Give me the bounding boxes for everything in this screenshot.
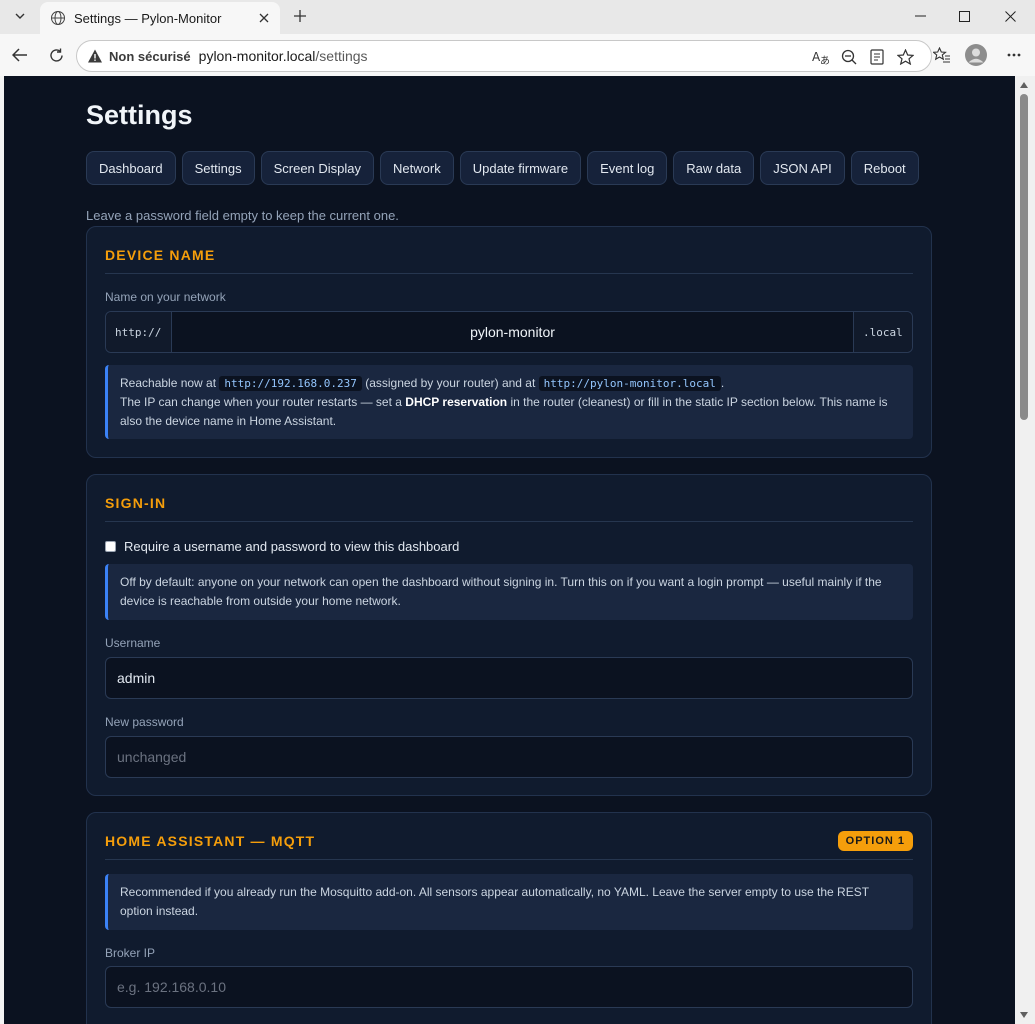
- refresh-icon[interactable]: [44, 43, 68, 67]
- nav-event-log[interactable]: Event log: [587, 151, 668, 185]
- nav-network[interactable]: Network: [380, 151, 454, 185]
- warning-triangle-icon: [88, 49, 102, 63]
- top-nav: Dashboard Settings Screen Display Networ…: [86, 151, 919, 185]
- browser-tab[interactable]: Settings — Pylon-Monitor: [40, 2, 280, 34]
- address-bar[interactable]: Non sécurisé pylon-monitor.local/setting…: [76, 40, 932, 72]
- url-path: /settings: [315, 48, 368, 64]
- ip-address-code: http://192.168.0.237: [219, 376, 362, 391]
- mqtt-card: HOME ASSISTANT — MQTT OPTION 1 Recommend…: [86, 812, 932, 1024]
- card-header: DEVICE NAME: [105, 247, 913, 274]
- translate-icon[interactable]: Aあ: [809, 45, 833, 69]
- close-window-icon[interactable]: [987, 0, 1033, 32]
- browser-tabbar: Settings — Pylon-Monitor: [0, 0, 1035, 34]
- info-text: .: [720, 376, 725, 390]
- nav-json-api[interactable]: JSON API: [760, 151, 845, 185]
- dhcp-reservation-bold: DHCP reservation: [405, 395, 508, 409]
- device-name-card: DEVICE NAME Name on your network http://…: [86, 226, 932, 458]
- broker-ip-label: Broker IP: [105, 946, 156, 960]
- tab-title: Settings — Pylon-Monitor: [74, 10, 222, 26]
- security-label[interactable]: Non sécurisé: [109, 49, 191, 64]
- page-viewport: Settings Dashboard Settings Screen Displ…: [4, 76, 1015, 1024]
- scroll-thumb[interactable]: [1020, 94, 1028, 420]
- back-arrow-icon[interactable]: [8, 43, 32, 67]
- reader-view-icon[interactable]: [865, 45, 889, 69]
- reachable-info: Reachable now at http://192.168.0.237 (a…: [105, 365, 913, 439]
- password-hint: Leave a password field empty to keep the…: [86, 208, 399, 223]
- svg-text:あ: あ: [820, 55, 830, 65]
- username-input[interactable]: admin: [105, 657, 913, 699]
- device-name-input[interactable]: pylon-monitor: [172, 312, 853, 352]
- nav-reboot[interactable]: Reboot: [850, 151, 919, 185]
- nav-dashboard[interactable]: Dashboard: [86, 151, 176, 185]
- info-text: (assigned by your router) and at: [365, 376, 536, 390]
- mqtt-info: Recommended if you already run the Mosqu…: [105, 874, 913, 930]
- nav-settings[interactable]: Settings: [181, 151, 255, 185]
- new-password-input[interactable]: unchanged: [105, 736, 913, 778]
- nav-raw-data[interactable]: Raw data: [673, 151, 755, 185]
- new-password-label: New password: [105, 715, 184, 729]
- tab-close-icon[interactable]: [252, 6, 276, 30]
- nav-update-firmware[interactable]: Update firmware: [459, 151, 582, 185]
- require-login-checkbox[interactable]: [105, 541, 116, 552]
- scroll-up-arrow-icon[interactable]: [1019, 80, 1029, 90]
- favorite-star-icon[interactable]: [893, 45, 917, 69]
- card-title: DEVICE NAME: [105, 247, 216, 263]
- card-header: SIGN-IN: [105, 495, 913, 522]
- minimize-icon[interactable]: [897, 0, 943, 32]
- profile-avatar-icon[interactable]: [964, 43, 988, 67]
- require-login-label[interactable]: Require a username and password to view …: [124, 539, 459, 554]
- card-title: SIGN-IN: [105, 495, 167, 511]
- more-menu-icon[interactable]: [1002, 43, 1026, 67]
- url-text[interactable]: pylon-monitor.local/settings: [199, 48, 368, 64]
- username-label: Username: [105, 636, 161, 650]
- card-title: HOME ASSISTANT — MQTT: [105, 833, 316, 849]
- page-scrollbar[interactable]: [1015, 76, 1035, 1024]
- hostname-code: http://pylon-monitor.local: [538, 376, 721, 391]
- scroll-down-arrow-icon[interactable]: [1019, 1010, 1029, 1020]
- page-title: Settings: [86, 100, 193, 130]
- zoom-out-icon[interactable]: [837, 45, 861, 69]
- new-tab-plus-icon[interactable]: [287, 4, 313, 28]
- broker-ip-input[interactable]: e.g. 192.168.0.10: [105, 966, 913, 1008]
- url-suffix: .local: [853, 312, 912, 352]
- info-text: The IP can change when your router resta…: [120, 395, 402, 409]
- device-name-group: http:// pylon-monitor .local: [105, 311, 913, 353]
- favorites-list-icon[interactable]: [930, 43, 954, 67]
- url-host: pylon-monitor.local: [198, 48, 316, 64]
- device-name-label: Name on your network: [105, 290, 226, 304]
- url-prefix: http://: [106, 312, 172, 352]
- card-header: HOME ASSISTANT — MQTT OPTION 1: [105, 831, 913, 860]
- maximize-icon[interactable]: [941, 0, 987, 32]
- sign-in-card: SIGN-IN Require a username and password …: [86, 474, 932, 796]
- globe-icon: [51, 11, 65, 25]
- info-text: Reachable now at: [120, 376, 217, 390]
- sign-in-info: Off by default: anyone on your network c…: [105, 564, 913, 620]
- option-badge: OPTION 1: [837, 831, 913, 851]
- require-login-row[interactable]: Require a username and password to view …: [105, 539, 459, 554]
- tab-list-chevron-icon[interactable]: [6, 4, 34, 28]
- nav-screen-display[interactable]: Screen Display: [260, 151, 375, 185]
